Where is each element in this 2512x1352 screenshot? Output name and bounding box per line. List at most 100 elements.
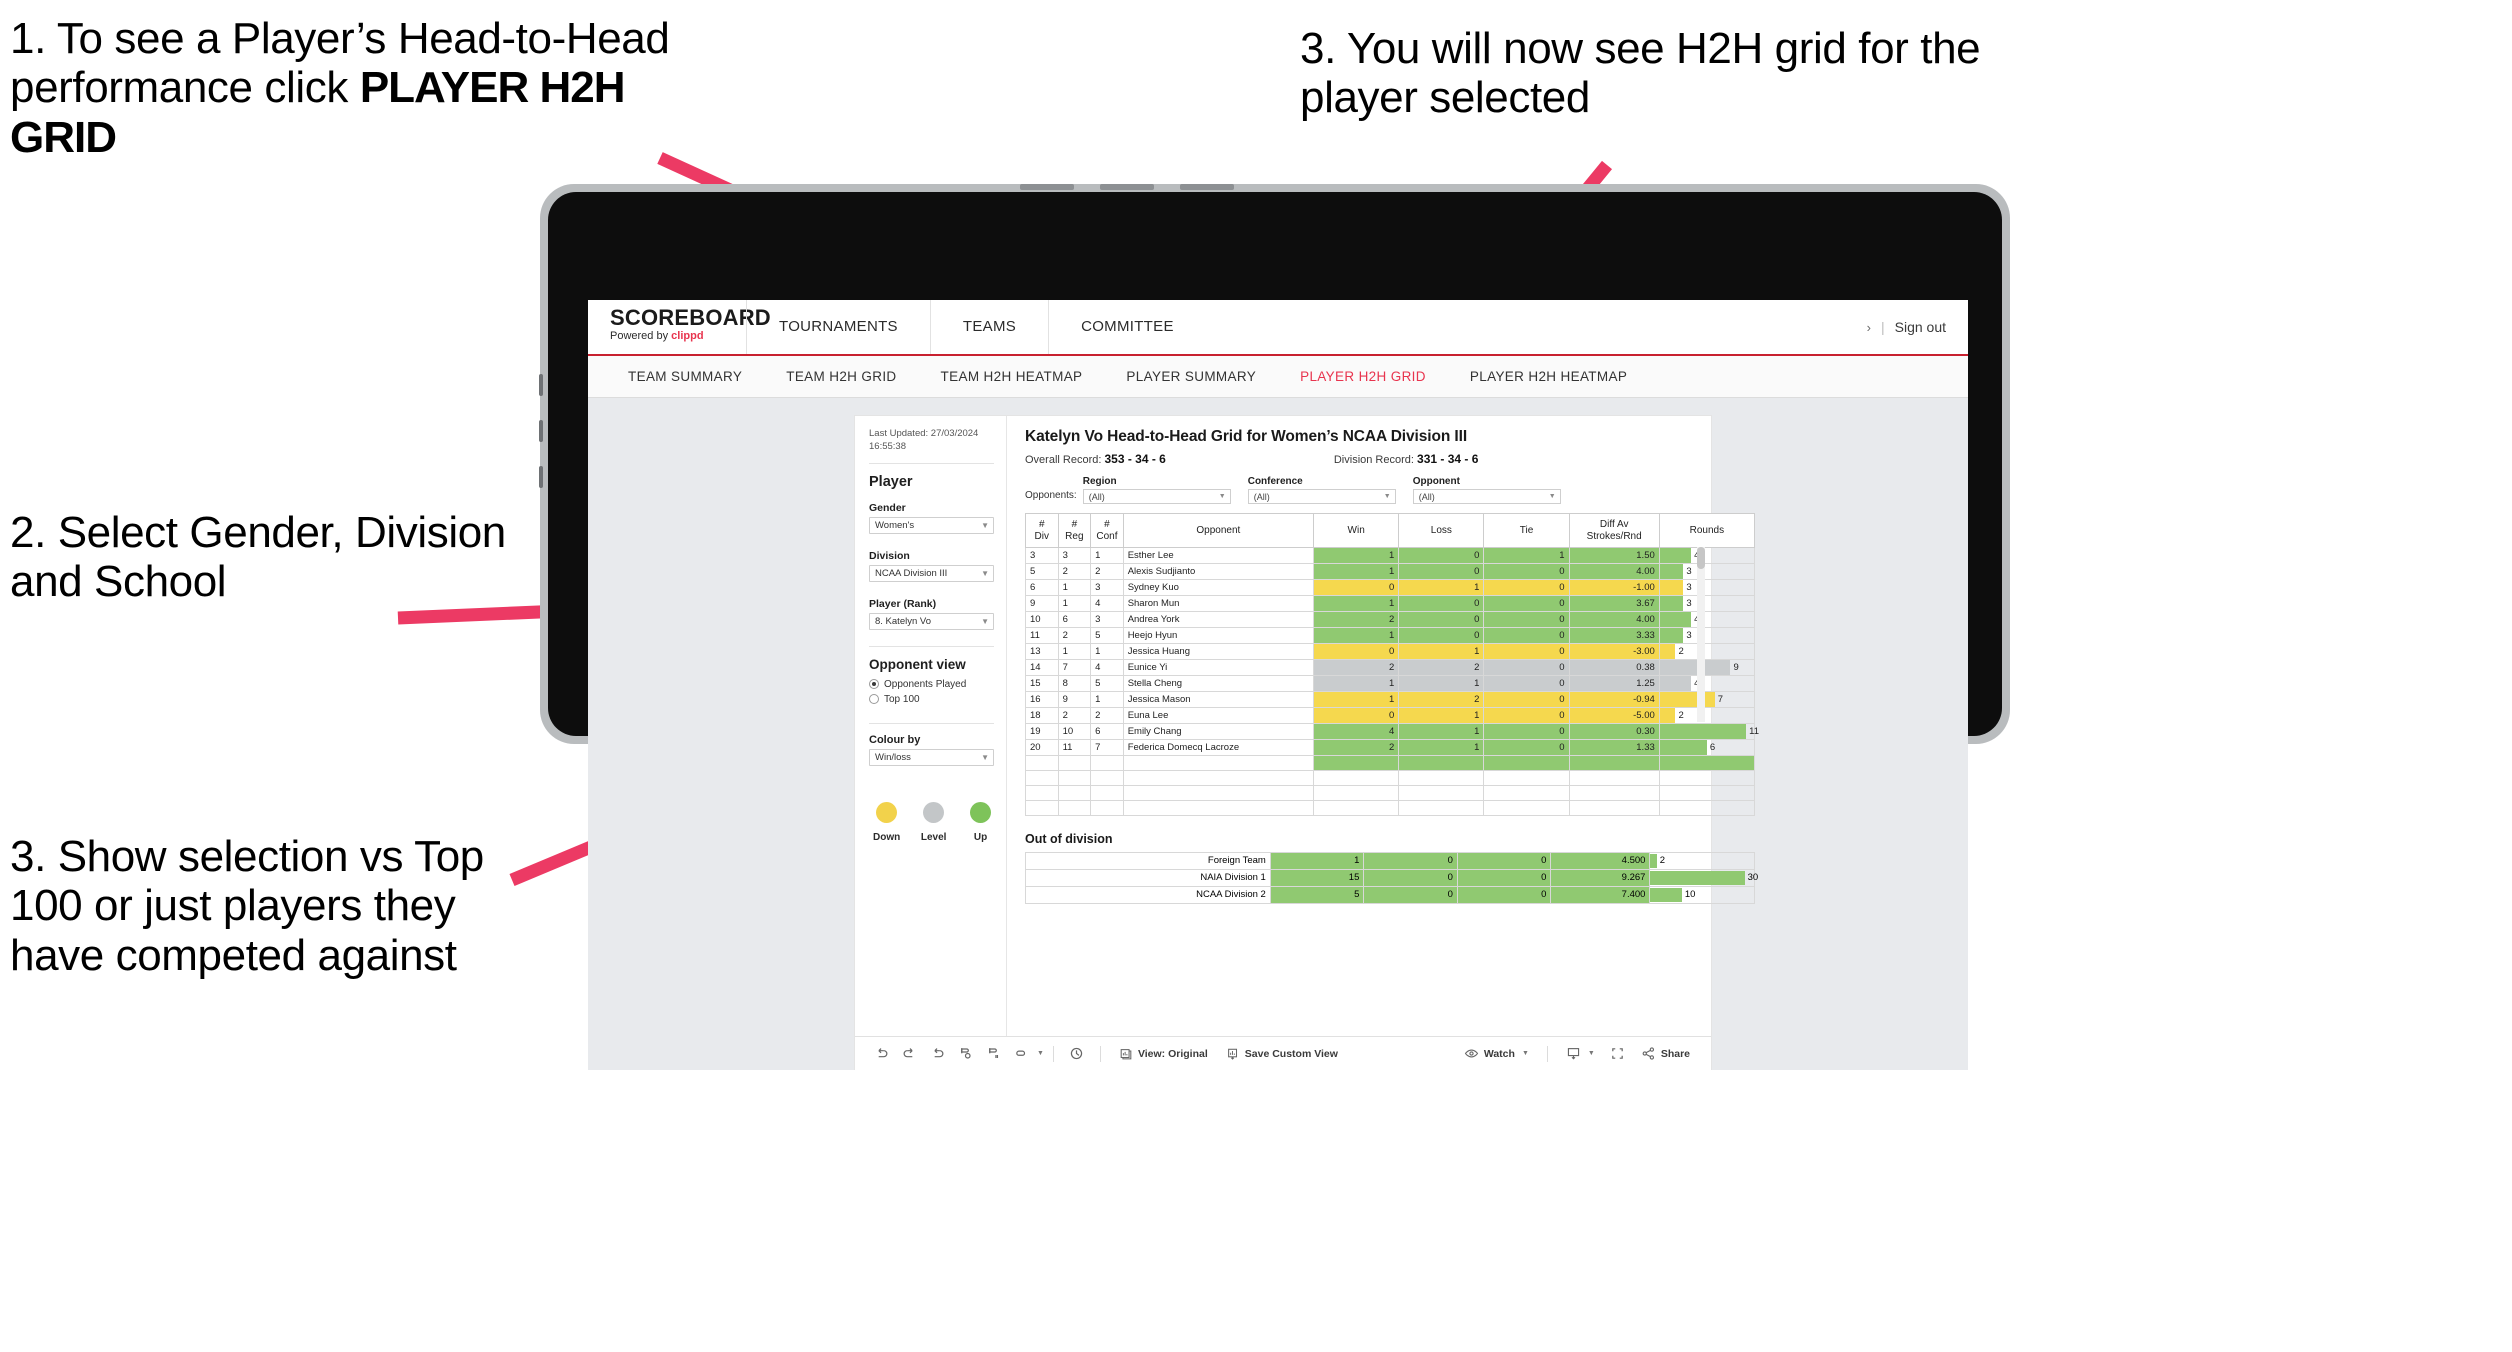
out-of-division-row[interactable]: NAIA Division 1 15 0 0 9.267 30 bbox=[1025, 869, 1758, 887]
save-custom-view-button[interactable]: Save Custom View bbox=[1217, 1047, 1347, 1061]
cell-win: 1 bbox=[1313, 627, 1400, 644]
pause-icon[interactable] bbox=[979, 1046, 1007, 1061]
filter-conference-select[interactable]: (All) ▼ bbox=[1247, 489, 1396, 504]
h2h-table-row[interactable]: 16 9 1 Jessica Mason 1 2 0 -0.94 7 bbox=[1025, 691, 1756, 708]
h2h-table-row[interactable]: 14 7 4 Eunice Yi 2 2 0 0.38 9 bbox=[1025, 659, 1756, 676]
revert-icon[interactable] bbox=[923, 1046, 951, 1061]
h2h-header-row: # Div # Reg # Conf Opponent Win Loss Tie Diff Av St… bbox=[1025, 513, 1756, 548]
cell-rounds: 7 bbox=[1658, 691, 1756, 708]
tablet-speaker-notch-2 bbox=[1100, 184, 1154, 190]
tablet-speaker-notch-3 bbox=[1180, 184, 1234, 190]
radio-top-100[interactable]: Top 100 bbox=[869, 694, 994, 705]
rounds-bar bbox=[1659, 724, 1747, 739]
viz-pane: Katelyn Vo Head-to-Head Grid for Women’s… bbox=[1007, 416, 1759, 1036]
h2h-header-col-loss[interactable]: Loss bbox=[1398, 513, 1485, 548]
division-value: NCAA Division III bbox=[875, 567, 948, 579]
undo-icon[interactable] bbox=[867, 1046, 895, 1061]
h2h-table-row[interactable]: 1063Andrea York2004.004 bbox=[1025, 611, 1756, 628]
cell-div: 13 bbox=[1025, 643, 1059, 660]
cell-ood-tie: 0 bbox=[1456, 869, 1552, 887]
out-of-division-row[interactable]: Foreign Team 1 0 0 4.500 2 bbox=[1025, 852, 1755, 870]
h2h-table-row[interactable]: 13 1 1 Jessica Huang 0 1 0 -3.00 2 bbox=[1025, 643, 1756, 660]
cell-tie: 0 bbox=[1483, 595, 1570, 612]
filter-opponent-select[interactable]: (All) ▼ bbox=[1412, 489, 1561, 504]
h2h-header-col-rounds[interactable]: Rounds bbox=[1658, 513, 1756, 548]
h2h-table-row[interactable]: 6 1 3 Sydney Kuo 0 1 0 -1.00 3 bbox=[1025, 579, 1756, 596]
h2h-header-col-opponent[interactable]: Opponent bbox=[1122, 513, 1315, 548]
cell-rounds: 3 bbox=[1658, 563, 1756, 580]
division-select[interactable]: NCAA Division III ▼ bbox=[869, 564, 994, 582]
colour-legend: Down Level Up bbox=[869, 801, 994, 843]
h2h-header-col-conf[interactable]: # Conf bbox=[1090, 513, 1124, 548]
scoreboard-logo[interactable]: SCOREBOARD Powered by clippd bbox=[588, 300, 771, 354]
chevron-down-icon[interactable]: ▼ bbox=[1037, 1050, 1044, 1057]
cell-ood-win: 15 bbox=[1269, 869, 1365, 887]
chevron-right-icon[interactable]: › bbox=[1867, 320, 1871, 335]
out-of-division-row[interactable]: NCAA Division 2 5 0 0 7.400 10 bbox=[1025, 886, 1755, 904]
legend-up: Up bbox=[967, 801, 994, 843]
zoom-icon[interactable] bbox=[1007, 1046, 1035, 1061]
cell-empty bbox=[1398, 800, 1485, 816]
h2h-header-col-div[interactable]: # Div bbox=[1025, 513, 1059, 548]
radio-opponents-played-label: Opponents Played bbox=[884, 678, 967, 690]
h2h-table-row[interactable]: 19 10 6 Emily Chang 4 1 0 0.30 11 bbox=[1025, 723, 1759, 740]
clock-icon[interactable] bbox=[1063, 1046, 1091, 1061]
cell-rounds: 3 bbox=[1658, 595, 1756, 612]
view-original-button[interactable]: View: Original bbox=[1110, 1047, 1217, 1061]
share-button[interactable]: Share bbox=[1632, 1046, 1699, 1061]
subnav-team-h2h-grid[interactable]: TEAM H2H GRID bbox=[764, 369, 918, 384]
fullscreen-icon[interactable] bbox=[1604, 1046, 1632, 1061]
h2h-header-col-diff-av[interactable]: Diff Av Strokes/Rnd bbox=[1568, 513, 1660, 548]
h2h-table-row[interactable]: 5 2 2 Alexis Sudjianto 1 0 0 4.00 3 bbox=[1025, 563, 1756, 580]
cell-reg: 2 bbox=[1057, 707, 1092, 724]
download-button[interactable]: ▼ bbox=[1557, 1046, 1604, 1061]
cell-loss: 1 bbox=[1398, 579, 1485, 596]
top-nav-teams[interactable]: TEAMS bbox=[929, 300, 1048, 354]
chevron-down-icon: ▼ bbox=[981, 568, 989, 578]
grid-scrollbar-thumb[interactable] bbox=[1697, 547, 1705, 569]
h2h-header-col-tie[interactable]: Tie bbox=[1483, 513, 1570, 548]
filter-region-select[interactable]: (All) ▼ bbox=[1082, 489, 1231, 504]
h2h-table-row[interactable]: 18 2 2 Euna Lee 0 1 0 -5.00 2 bbox=[1025, 707, 1756, 724]
h2h-table-row[interactable]: 9 1 4 Sharon Mun 1 0 0 3.67 3 bbox=[1025, 595, 1756, 612]
cell-ood-diff: 9.267 bbox=[1550, 869, 1651, 887]
cell-tie: 0 bbox=[1483, 659, 1570, 676]
h2h-table-row[interactable]: 11 2 5 Heejo Hyun 1 0 0 3.33 3 bbox=[1025, 627, 1756, 644]
cell-diff: 3.67 bbox=[1568, 595, 1660, 612]
refresh-icon[interactable] bbox=[951, 1046, 979, 1061]
subnav-player-h2h-heatmap[interactable]: PLAYER H2H HEATMAP bbox=[1448, 369, 1649, 384]
tablet-side-button-3 bbox=[539, 466, 543, 488]
redo-icon[interactable] bbox=[895, 1046, 923, 1061]
grid-scrollbar-track[interactable] bbox=[1697, 547, 1705, 722]
subnav-team-summary[interactable]: TEAM SUMMARY bbox=[606, 369, 764, 384]
cell-conf: 1 bbox=[1090, 643, 1124, 660]
h2h-table-row[interactable]: 20 11 7 Federica Domecq Lacroze 2 1 0 1.33 6 bbox=[1025, 739, 1756, 756]
cell-diff: -5.00 bbox=[1568, 707, 1660, 724]
top-nav-committee[interactable]: COMMITTEE bbox=[1048, 300, 1206, 354]
h2h-header-col-win[interactable]: Win bbox=[1313, 513, 1400, 548]
watch-button[interactable]: Watch ▼ bbox=[1455, 1046, 1538, 1061]
radio-opponents-played[interactable]: Opponents Played bbox=[869, 679, 994, 690]
filter-region-label: Region bbox=[1082, 476, 1117, 487]
cell-div: 16 bbox=[1025, 691, 1059, 708]
h2h-table-row[interactable]: 331Esther Lee1011.504 bbox=[1025, 547, 1756, 564]
rounds-value: 2 bbox=[1678, 646, 1684, 657]
subnav-player-summary[interactable]: PLAYER SUMMARY bbox=[1104, 369, 1278, 384]
chevron-down-icon[interactable]: ▼ bbox=[1588, 1050, 1595, 1057]
gender-select[interactable]: Women's ▼ bbox=[869, 516, 994, 534]
chevron-down-icon[interactable]: ▼ bbox=[1522, 1050, 1529, 1057]
sign-out-link[interactable]: Sign out bbox=[1895, 319, 1946, 335]
top-nav-tournaments[interactable]: TOURNAMENTS bbox=[746, 300, 930, 354]
cell-ood-diff: 7.400 bbox=[1550, 886, 1651, 904]
subnav-player-h2h-grid[interactable]: PLAYER H2H GRID bbox=[1278, 369, 1448, 384]
cell-diff: 0.30 bbox=[1568, 723, 1660, 740]
rounds-value: 3 bbox=[1686, 598, 1692, 609]
opponent-filters: Opponents: Region (All) ▼ Conference (Al… bbox=[1025, 476, 1695, 504]
player-rank-select[interactable]: 8. Katelyn Vo ▼ bbox=[869, 612, 994, 630]
subnav-team-h2h-heatmap[interactable]: TEAM H2H HEATMAP bbox=[919, 369, 1105, 384]
rounds-value: 3 bbox=[1686, 582, 1692, 593]
cell-empty bbox=[1025, 770, 1059, 786]
h2h-table-row[interactable]: 1585Stella Cheng1101.254 bbox=[1025, 675, 1756, 692]
h2h-header-col-reg[interactable]: # Reg bbox=[1057, 513, 1092, 548]
colour-by-select[interactable]: Win/loss ▼ bbox=[869, 748, 994, 766]
